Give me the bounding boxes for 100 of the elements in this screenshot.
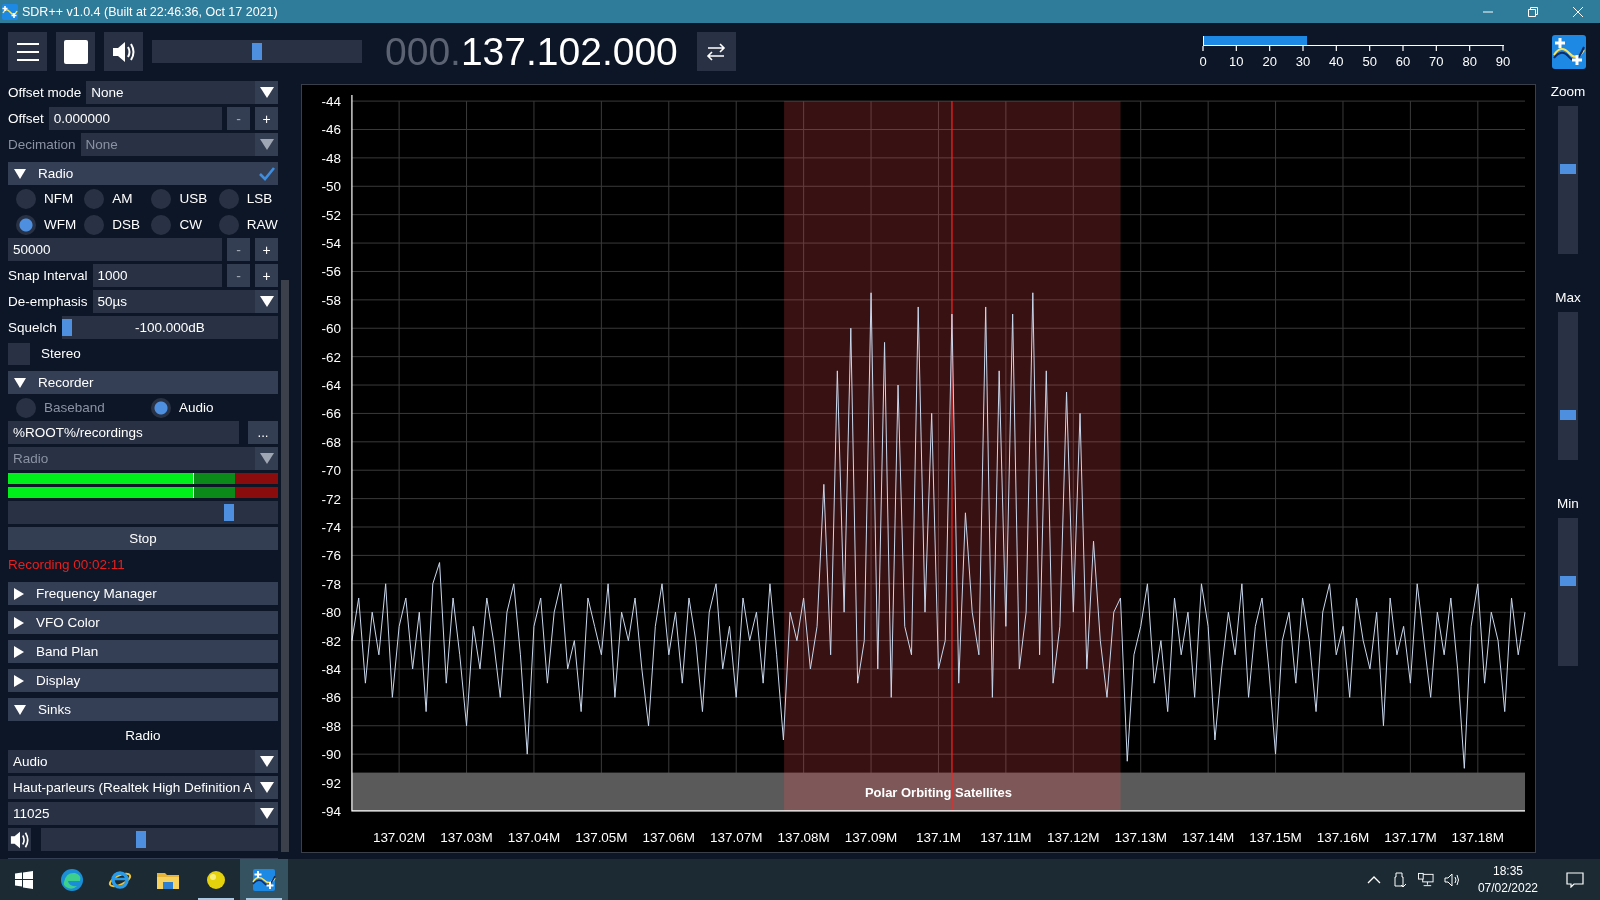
section-header[interactable]: Radio — [8, 162, 255, 185]
stop-button[interactable] — [56, 32, 95, 71]
menu-button[interactable] — [8, 32, 47, 71]
vertical-slider[interactable] — [1558, 106, 1578, 254]
radio-label[interactable]: WFM — [44, 217, 77, 232]
radio-label[interactable]: LSB — [246, 191, 273, 206]
axis-label: 137.17M — [1384, 829, 1437, 845]
speaker-icon[interactable] — [9, 829, 30, 850]
radio-button[interactable] — [151, 214, 172, 235]
input-field[interactable]: 50000 — [8, 238, 222, 261]
slider[interactable]: -100.000dB — [61, 316, 278, 339]
axis-label: -52 — [321, 207, 341, 223]
dropdown[interactable]: None — [86, 81, 278, 104]
checkbox-label[interactable]: Stereo — [41, 346, 81, 361]
axis-label: -70 — [321, 463, 341, 479]
decrement-button[interactable]: - — [227, 107, 250, 130]
axis-label: 137.07M — [710, 829, 763, 845]
window-title: SDR++ v1.0.4 (Built at 22:46:36, Oct 17 2021) — [22, 4, 278, 19]
axis-label: -54 — [321, 236, 341, 252]
usb-drive-icon[interactable] — [1391, 871, 1408, 888]
radio-button[interactable] — [16, 188, 36, 209]
wave-icon — [252, 867, 276, 892]
section-header[interactable]: Recorder — [8, 371, 278, 394]
vertical-slider[interactable] — [1558, 518, 1578, 666]
radio-label[interactable]: NFM — [44, 191, 74, 206]
radio-button[interactable] — [151, 397, 171, 418]
section-header[interactable]: Frequency Manager — [8, 582, 278, 605]
scrollbar-thumb[interactable] — [281, 280, 289, 852]
stop-icon — [62, 38, 89, 65]
axis-label: 137.11M — [980, 829, 1032, 845]
input-field[interactable]: 0.000000 — [48, 107, 222, 130]
section-header[interactable]: Sinks — [8, 698, 278, 721]
message-icon[interactable] — [1566, 871, 1584, 888]
section-header[interactable]: Band Plan — [8, 640, 278, 663]
scale-label: 10 — [1229, 53, 1244, 69]
dropdown[interactable]: Haut-parleurs (Realtek High Definition A — [8, 776, 278, 799]
taskbar-button[interactable] — [240, 859, 288, 900]
axis-label: -46 — [321, 122, 341, 138]
radio-label[interactable]: Audio — [179, 400, 214, 415]
slider-thumb[interactable] — [1560, 575, 1576, 586]
slider[interactable] — [8, 501, 278, 524]
dropdown[interactable]: 50µs — [92, 290, 278, 313]
field-label: Offset mode — [8, 85, 82, 100]
browse-button[interactable]: ... — [248, 421, 278, 444]
input-field[interactable]: %ROOT%/recordings — [8, 421, 239, 444]
slider-thumb[interactable] — [136, 831, 147, 848]
decrement-button[interactable]: - — [227, 264, 250, 287]
slider-thumb[interactable] — [1560, 163, 1576, 174]
axis-label: -48 — [321, 150, 341, 166]
section-header[interactable]: Display — [8, 669, 278, 692]
windows-logo-icon — [15, 870, 33, 889]
volume-button[interactable] — [104, 32, 143, 71]
scale-label: 40 — [1329, 53, 1344, 69]
vertical-slider[interactable] — [1558, 312, 1578, 460]
swap-button[interactable] — [696, 32, 736, 71]
increment-button[interactable]: + — [255, 107, 278, 130]
stop-button[interactable]: Stop — [8, 527, 278, 550]
section-header[interactable]: VFO Color — [8, 611, 278, 634]
network-icon[interactable] — [1417, 871, 1434, 888]
radio-button[interactable] — [218, 214, 239, 235]
axis-label: 137.12M — [1047, 829, 1100, 845]
slider-thumb[interactable] — [223, 504, 234, 521]
wave-icon — [1552, 34, 1586, 69]
clock-date[interactable]: 07/02/2022 — [1477, 879, 1538, 897]
axis-label: -58 — [321, 292, 341, 308]
radio-button[interactable] — [84, 188, 105, 209]
radio-button[interactable] — [151, 188, 172, 209]
increment-button[interactable]: + — [255, 264, 278, 287]
slider-thumb[interactable] — [252, 43, 262, 60]
axis-label: -60 — [321, 321, 341, 337]
slider-thumb[interactable] — [1560, 410, 1576, 420]
radio-button[interactable] — [16, 214, 36, 235]
axis-label: -92 — [321, 775, 341, 791]
field-label: Squelch — [8, 320, 57, 335]
radio-label[interactable]: AM — [112, 191, 133, 206]
radio-button[interactable] — [84, 214, 105, 235]
radio-label[interactable]: USB — [179, 191, 208, 206]
axis-label: -72 — [321, 491, 341, 507]
axis-label: -66 — [321, 406, 341, 422]
field-label: Offset — [8, 111, 44, 126]
frequency-display[interactable]: 137.102.000 — [460, 29, 678, 73]
radio-button[interactable] — [218, 188, 239, 209]
dropdown[interactable]: Audio — [8, 750, 278, 773]
speaker-icon[interactable] — [1443, 871, 1460, 888]
decrement-button[interactable]: - — [227, 238, 250, 261]
volume-slider[interactable] — [41, 828, 278, 851]
checkbox[interactable] — [8, 342, 30, 365]
dropdown[interactable]: 11025 — [8, 802, 278, 825]
increment-button[interactable]: + — [255, 238, 278, 261]
clock-time[interactable]: 18:35 — [1492, 862, 1523, 880]
radio-label[interactable]: CW — [179, 217, 202, 232]
radio-label[interactable]: DSB — [112, 217, 140, 232]
scale-label: 30 — [1295, 53, 1311, 69]
volume-slider[interactable] — [152, 40, 362, 63]
input-field[interactable]: 1000 — [92, 264, 222, 287]
field-label: Decimation — [8, 137, 76, 152]
axis-label: -94 — [321, 803, 341, 819]
slider-thumb[interactable] — [61, 319, 72, 336]
radio-label[interactable]: RAW — [246, 217, 278, 232]
axis-label: 137.09M — [844, 829, 898, 845]
